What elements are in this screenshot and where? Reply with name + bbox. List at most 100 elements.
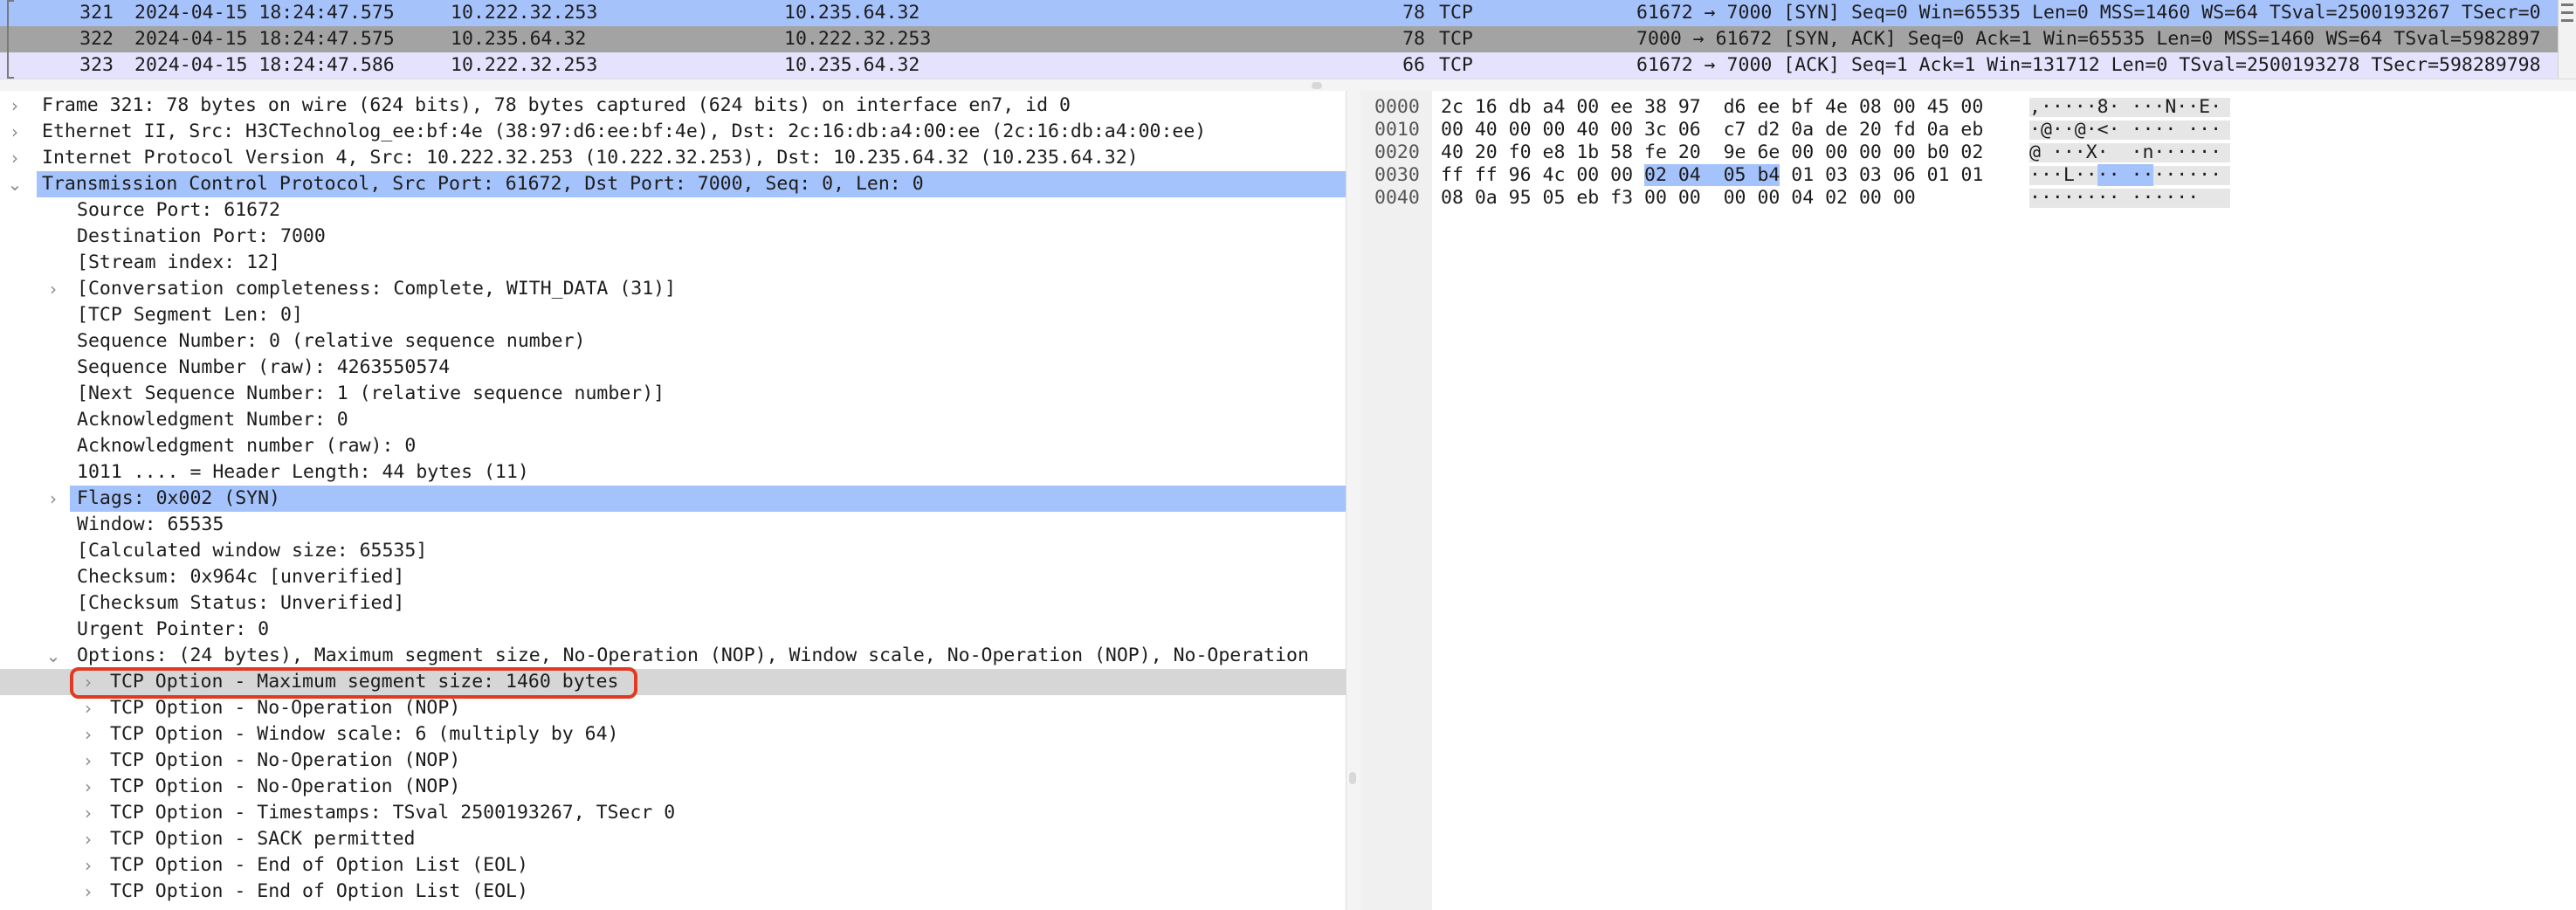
tree-item-checksum[interactable]: Checksum: 0x964c [unverified] — [0, 564, 1346, 590]
tree-item-option-nop[interactable]: › TCP Option - No-Operation (NOP) — [0, 695, 1346, 721]
tree-item-option-nop[interactable]: › TCP Option - No-Operation (NOP) — [0, 774, 1346, 800]
expand-arrow-icon[interactable]: › — [80, 826, 96, 852]
tree-item-option-mss[interactable]: › TCP Option - Maximum segment size: 146… — [0, 669, 1346, 695]
tree-item-label: 1011 .... = Header Length: 44 bytes (11) — [77, 461, 529, 483]
related-packets-bracket — [7, 0, 14, 79]
packet-protocol: TCP — [1439, 2, 1473, 24]
expand-arrow-icon[interactable]: › — [45, 486, 61, 512]
tree-item-src-port[interactable]: Source Port: 61672 — [0, 197, 1346, 224]
packet-length: 78 — [1402, 2, 1425, 24]
tree-item-checksum-status[interactable]: [Checksum Status: Unverified] — [0, 590, 1346, 617]
tree-item-label: Sequence Number: 0 (relative sequence nu… — [77, 330, 586, 352]
hex-bytes-row[interactable]: 08 0a 95 05 eb f3 00 00 00 00 04 02 00 0… — [1441, 187, 1916, 210]
expand-arrow-icon[interactable]: › — [80, 852, 96, 879]
expand-arrow-icon[interactable]: › — [80, 879, 96, 905]
tree-item-dst-port[interactable]: Destination Port: 7000 — [0, 224, 1346, 250]
tree-item-label: [Checksum Status: Unverified] — [77, 592, 405, 614]
tree-item-ack-raw[interactable]: Acknowledgment number (raw): 0 — [0, 433, 1346, 459]
tree-item-flags[interactable]: › Flags: 0x002 (SYN) — [0, 486, 1346, 512]
tree-item-label: TCP Option - SACK permitted — [110, 828, 416, 850]
collapse-arrow-icon[interactable]: ⌄ — [7, 171, 23, 197]
tree-item-label: Checksum: 0x964c [unverified] — [77, 566, 405, 588]
hex-bytes-row[interactable]: 2c 16 db a4 00 ee 38 97 d6 ee bf 4e 08 0… — [1441, 96, 1983, 119]
expand-arrow-icon[interactable]: › — [80, 669, 96, 695]
splitter-handle[interactable] — [1312, 82, 1322, 89]
hex-bytes-highlight: 02 04 05 b4 — [1644, 164, 1780, 186]
hex-bytes-group: c7 d2 0a de 20 fd 0a eb — [1723, 119, 1984, 141]
tree-item-tcp[interactable]: ⌄ Transmission Control Protocol, Src Por… — [0, 171, 1346, 197]
ascii-row[interactable]: @ ···X· ·n······ — [2029, 141, 2221, 164]
packet-bytes-pane[interactable]: 0000 2c 16 db a4 00 ee 38 97 d6 ee bf 4e… — [1360, 91, 2576, 910]
splitter-handle[interactable] — [1349, 772, 1356, 784]
tree-item-option-window-scale[interactable]: › TCP Option - Window scale: 6 (multiply… — [0, 721, 1346, 748]
ascii-row[interactable]: ···L···· ········ — [2029, 164, 2221, 187]
hex-bytes-row[interactable]: ff ff 96 4c 00 00 02 04 05 b4 01 03 03 0… — [1441, 164, 1983, 187]
expand-arrow-icon[interactable]: › — [80, 695, 96, 721]
tree-item-option-nop[interactable]: › TCP Option - No-Operation (NOP) — [0, 748, 1346, 774]
expand-arrow-icon[interactable]: › — [45, 276, 61, 302]
packet-info: 7000 → 61672 [SYN, ACK] Seq=0 Ack=1 Win=… — [1636, 28, 2541, 50]
ascii-group: ······ — [2119, 187, 2200, 209]
expand-arrow-icon[interactable]: › — [7, 93, 23, 119]
hex-bytes-row[interactable]: 00 40 00 00 40 00 3c 06 c7 d2 0a de 20 f… — [1441, 119, 1983, 141]
expand-arrow-icon[interactable]: › — [80, 774, 96, 800]
tree-item-frame[interactable]: › Frame 321: 78 bytes on wire (624 bits)… — [0, 93, 1346, 119]
ascii-group: ········ — [2029, 187, 2120, 209]
tree-item-label: [Conversation completeness: Complete, WI… — [77, 278, 677, 300]
tree-item-option-eol[interactable]: › TCP Option - End of Option List (EOL) — [0, 852, 1346, 879]
tree-item-urgent[interactable]: Urgent Pointer: 0 — [0, 617, 1346, 643]
packet-length: 66 — [1402, 54, 1425, 76]
ascii-group: ·n······ — [2119, 141, 2222, 163]
packet-row-321[interactable]: 321 2024-04-15 18:24:47.575 10.222.32.25… — [0, 0, 2576, 26]
tree-item-label: TCP Option - Maximum segment size: 1460 … — [110, 671, 619, 693]
tree-item-window[interactable]: Window: 65535 — [0, 512, 1346, 538]
tree-item-label: Acknowledgment number (raw): 0 — [77, 435, 417, 457]
tree-item-label: Internet Protocol Version 4, Src: 10.222… — [42, 147, 1139, 169]
tree-item-ethernet[interactable]: › Ethernet II, Src: H3CTechnolog_ee:bf:4… — [0, 119, 1346, 145]
vertical-splitter[interactable] — [1346, 91, 1361, 910]
packet-list-scrollbar[interactable] — [2558, 0, 2576, 79]
ascii-highlight: ·· ·· — [2097, 164, 2154, 186]
collapse-arrow-icon[interactable]: ⌄ — [45, 643, 61, 669]
tree-item-option-eol[interactable]: › TCP Option - End of Option List (EOL) — [0, 879, 1346, 905]
ascii-row[interactable]: ,·····8· ···N··E· — [2029, 96, 2221, 119]
packet-details-tree[interactable]: › Frame 321: 78 bytes on wire (624 bits)… — [0, 91, 1346, 910]
tree-item-conversation[interactable]: › [Conversation completeness: Complete, … — [0, 276, 1346, 302]
tree-item-label: TCP Option - No-Operation (NOP) — [110, 776, 461, 797]
hex-bytes-row[interactable]: 40 20 f0 e8 1b 58 fe 20 9e 6e 00 00 00 0… — [1441, 141, 1983, 164]
tree-item-option-timestamps[interactable]: › TCP Option - Timestamps: TSval 2500193… — [0, 800, 1346, 826]
expand-arrow-icon[interactable]: › — [80, 721, 96, 748]
hex-bytes-group: 08 0a 95 05 eb f3 00 00 — [1441, 187, 1701, 209]
horizontal-splitter[interactable] — [0, 79, 2576, 92]
expand-arrow-icon[interactable]: › — [7, 119, 23, 145]
tree-item-label: Frame 321: 78 bytes on wire (624 bits), … — [42, 94, 1071, 116]
tree-item-header-len[interactable]: 1011 .... = Header Length: 44 bytes (11) — [0, 459, 1346, 486]
packet-list[interactable]: 321 2024-04-15 18:24:47.575 10.222.32.25… — [0, 0, 2576, 79]
ascii-group: ,·····8· — [2029, 96, 2120, 118]
tree-item-ip[interactable]: › Internet Protocol Version 4, Src: 10.2… — [0, 145, 1346, 171]
tree-item-ack[interactable]: Acknowledgment Number: 0 — [0, 407, 1346, 433]
tree-item-seq-raw[interactable]: Sequence Number (raw): 4263550574 — [0, 355, 1346, 381]
hex-offset-column — [1360, 91, 1432, 910]
tree-item-stream-index[interactable]: [Stream index: 12] — [0, 250, 1346, 276]
hex-offset: 0030 — [1374, 164, 1420, 186]
hex-bytes-group: 00 40 00 00 40 00 3c 06 — [1441, 119, 1701, 141]
expand-arrow-icon[interactable]: › — [80, 748, 96, 774]
expand-arrow-icon[interactable]: › — [7, 145, 23, 171]
tree-item-segment-len[interactable]: [TCP Segment Len: 0] — [0, 302, 1346, 328]
packet-row-322[interactable]: 322 2024-04-15 18:24:47.575 10.235.64.32… — [0, 26, 2576, 52]
packet-row-323[interactable]: 323 2024-04-15 18:24:47.586 10.222.32.25… — [0, 52, 2576, 79]
expand-arrow-icon[interactable]: › — [80, 800, 96, 826]
tree-item-seq[interactable]: Sequence Number: 0 (relative sequence nu… — [0, 328, 1346, 355]
hex-offset: 0040 — [1374, 187, 1420, 209]
ascii-row[interactable]: ········ ······ — [2029, 187, 2199, 210]
tree-item-label: TCP Option - Window scale: 6 (multiply b… — [110, 723, 619, 745]
tree-item-label: Destination Port: 7000 — [77, 225, 326, 247]
tree-item-calc-window[interactable]: [Calculated window size: 65535] — [0, 538, 1346, 564]
tree-item-label: TCP Option - No-Operation (NOP) — [110, 697, 461, 719]
tree-item-option-sack[interactable]: › TCP Option - SACK permitted — [0, 826, 1346, 852]
ascii-row[interactable]: ·@··@·<· ···· ··· — [2029, 119, 2221, 141]
tree-item-next-seq[interactable]: [Next Sequence Number: 1 (relative seque… — [0, 381, 1346, 407]
ascii-group: ·@··@·<· — [2029, 119, 2120, 141]
tree-item-options[interactable]: ⌄ Options: (24 bytes), Maximum segment s… — [0, 643, 1346, 669]
